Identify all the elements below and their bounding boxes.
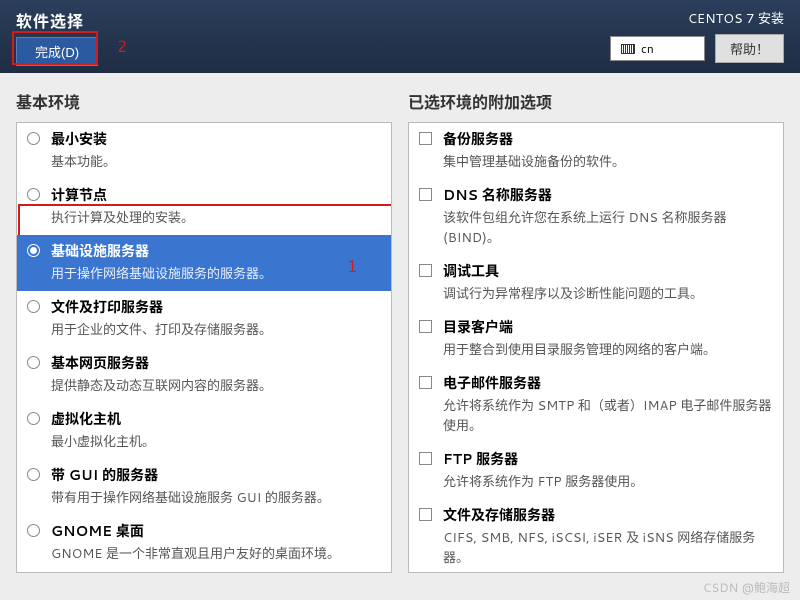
- environment-option[interactable]: 带 GUI 的服务器带有用于操作网络基础设施服务 GUI 的服务器。: [17, 459, 391, 515]
- addon-option[interactable]: FTP 服务器允许将系统作为 FTP 服务器使用。: [409, 443, 783, 499]
- keyboard-icon: [621, 44, 635, 54]
- option-title: 计算节点: [51, 185, 381, 205]
- option-title: 最小安装: [51, 129, 381, 149]
- done-button[interactable]: 完成(D): [16, 37, 98, 66]
- environment-option[interactable]: KDE Plasma WorkspacesKDE Plasma Workspac…: [17, 571, 391, 573]
- header: 软件选择 完成(D) CENTOS 7 安装 cn 帮助！ 2: [0, 0, 800, 73]
- help-button[interactable]: 帮助！: [715, 34, 784, 63]
- environment-option[interactable]: 计算节点执行计算及处理的安装。: [17, 179, 391, 235]
- option-desc: 基本功能。: [51, 151, 381, 171]
- addon-option[interactable]: 文件及存储服务器CIFS, SMB, NFS, iSCSI, iSER 及 iS…: [409, 499, 783, 573]
- base-environment-title: 基本环境: [16, 89, 392, 114]
- option-title: 基本网页服务器: [51, 353, 381, 373]
- radio-icon: [27, 356, 40, 369]
- radio-icon: [27, 244, 40, 257]
- option-desc: 最小虚拟化主机。: [51, 431, 381, 451]
- addon-option[interactable]: 备份服务器集中管理基础设施备份的软件。: [409, 123, 783, 179]
- environment-option[interactable]: GNOME 桌面GNOME 是一个非常直观且用户友好的桌面环境。: [17, 515, 391, 571]
- addons-column: 已选环境的附加选项 备份服务器集中管理基础设施备份的软件。DNS 名称服务器该软…: [408, 89, 784, 573]
- main-content: 基本环境 最小安装基本功能。计算节点执行计算及处理的安装。基础设施服务器用于操作…: [0, 73, 800, 573]
- keyboard-layout-label: cn: [641, 40, 654, 57]
- option-desc: 带有用于操作网络基础设施服务 GUI 的服务器。: [51, 487, 381, 507]
- option-desc: 集中管理基础设施备份的软件。: [443, 151, 773, 171]
- option-title: 文件及存储服务器: [443, 505, 773, 525]
- checkbox-icon: [419, 376, 432, 389]
- option-title: FTP 服务器: [443, 449, 773, 469]
- environment-option[interactable]: 虚拟化主机最小虚拟化主机。: [17, 403, 391, 459]
- addon-option[interactable]: DNS 名称服务器该软件包组允许您在系统上运行 DNS 名称服务器(BIND)。: [409, 179, 783, 255]
- option-title: 带 GUI 的服务器: [51, 465, 381, 485]
- environment-option[interactable]: 基础设施服务器用于操作网络基础设施服务的服务器。: [17, 235, 391, 291]
- checkbox-icon: [419, 188, 432, 201]
- radio-icon: [27, 524, 40, 537]
- option-desc: 该软件包组允许您在系统上运行 DNS 名称服务器(BIND)。: [443, 207, 773, 247]
- environment-option[interactable]: 最小安装基本功能。: [17, 123, 391, 179]
- environment-option[interactable]: 基本网页服务器提供静态及动态互联网内容的服务器。: [17, 347, 391, 403]
- watermark: CSDN @鲍海超: [703, 579, 790, 596]
- option-desc: 调试行为异常程序以及诊断性能问题的工具。: [443, 283, 773, 303]
- option-title: 目录客户端: [443, 317, 773, 337]
- addons-list[interactable]: 备份服务器集中管理基础设施备份的软件。DNS 名称服务器该软件包组允许您在系统上…: [408, 122, 784, 573]
- checkbox-icon: [419, 508, 432, 521]
- option-desc: 允许将系统作为 SMTP 和（或者）IMAP 电子邮件服务器使用。: [443, 395, 773, 435]
- base-environment-list[interactable]: 最小安装基本功能。计算节点执行计算及处理的安装。基础设施服务器用于操作网络基础设…: [16, 122, 392, 573]
- addon-option[interactable]: 电子邮件服务器允许将系统作为 SMTP 和（或者）IMAP 电子邮件服务器使用。: [409, 367, 783, 443]
- option-desc: 用于操作网络基础设施服务的服务器。: [51, 263, 381, 283]
- option-desc: 用于企业的文件、打印及存储服务器。: [51, 319, 381, 339]
- checkbox-icon: [419, 320, 432, 333]
- environment-option[interactable]: 文件及打印服务器用于企业的文件、打印及存储服务器。: [17, 291, 391, 347]
- option-title: 调试工具: [443, 261, 773, 281]
- addons-title: 已选环境的附加选项: [408, 89, 784, 114]
- radio-icon: [27, 468, 40, 481]
- option-desc: 提供静态及动态互联网内容的服务器。: [51, 375, 381, 395]
- radio-icon: [27, 412, 40, 425]
- addon-option[interactable]: 调试工具调试行为异常程序以及诊断性能问题的工具。: [409, 255, 783, 311]
- option-desc: 执行计算及处理的安装。: [51, 207, 381, 227]
- option-title: 文件及打印服务器: [51, 297, 381, 317]
- radio-icon: [27, 300, 40, 313]
- checkbox-icon: [419, 264, 432, 277]
- option-title: 虚拟化主机: [51, 409, 381, 429]
- base-environment-column: 基本环境 最小安装基本功能。计算节点执行计算及处理的安装。基础设施服务器用于操作…: [16, 89, 392, 573]
- option-desc: 用于整合到使用目录服务管理的网络的客户端。: [443, 339, 773, 359]
- annotation-label-1: 1: [347, 255, 357, 278]
- installer-title: CENTOS 7 安装: [610, 8, 784, 28]
- keyboard-layout-indicator[interactable]: cn: [610, 36, 705, 61]
- option-title: GNOME 桌面: [51, 521, 381, 541]
- option-title: DNS 名称服务器: [443, 185, 773, 205]
- radio-icon: [27, 188, 40, 201]
- option-desc: GNOME 是一个非常直观且用户友好的桌面环境。: [51, 543, 381, 563]
- option-title: 基础设施服务器: [51, 241, 381, 261]
- page-title: 软件选择: [16, 8, 98, 33]
- addon-option[interactable]: 目录客户端用于整合到使用目录服务管理的网络的客户端。: [409, 311, 783, 367]
- option-title: 备份服务器: [443, 129, 773, 149]
- radio-icon: [27, 132, 40, 145]
- checkbox-icon: [419, 132, 432, 145]
- option-desc: CIFS, SMB, NFS, iSCSI, iSER 及 iSNS 网络存储服…: [443, 527, 773, 567]
- checkbox-icon: [419, 452, 432, 465]
- annotation-label-2: 2: [117, 35, 127, 58]
- option-desc: 允许将系统作为 FTP 服务器使用。: [443, 471, 773, 491]
- option-title: 电子邮件服务器: [443, 373, 773, 393]
